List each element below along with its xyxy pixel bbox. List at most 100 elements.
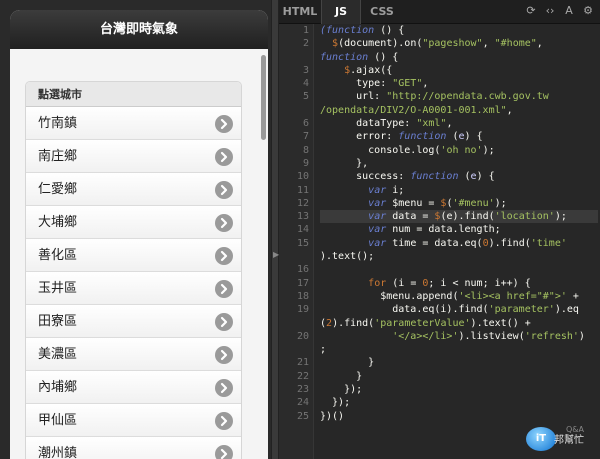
code-text: }	[320, 357, 375, 369]
code-line[interactable]: (2).find('parameterValue').text() +	[320, 317, 598, 330]
list-item[interactable]: 南庄鄉	[26, 140, 241, 173]
line-number: 7	[302, 131, 309, 143]
code-line[interactable]: 1 (function () {	[303, 24, 598, 37]
tab-html[interactable]: HTML	[279, 0, 321, 24]
list-item[interactable]: 內埔鄉	[26, 371, 241, 404]
code-icon[interactable]: ‹›	[544, 5, 556, 17]
list-item-label: 甲仙區	[38, 413, 78, 428]
code-line[interactable]: ;	[320, 343, 598, 356]
list-item-label: 內埔鄉	[38, 380, 78, 395]
text-size-icon[interactable]: A	[563, 5, 575, 17]
code-area[interactable]: 1 (function () {2 $(document).on("pagesho…	[297, 24, 598, 423]
code-text: var $menu = $('#menu');	[368, 197, 507, 209]
page-header: 台灣即時氣象	[10, 10, 268, 49]
line-number: 15	[296, 237, 309, 249]
code-line[interactable]: 23 });	[297, 383, 598, 396]
code-line[interactable]: 20 '</a></li>').listview('refresh')	[297, 330, 598, 343]
list-item-label: 南庄鄉	[38, 149, 78, 164]
list-item[interactable]: 美濃區	[26, 338, 241, 371]
code-text: dataType: "xml",	[320, 118, 453, 130]
line-number: 21	[296, 357, 309, 369]
list-item[interactable]: 竹南鎮	[26, 107, 241, 140]
code-text: error: function (e) {	[320, 131, 483, 143]
code-line[interactable]: function () {	[320, 51, 598, 64]
code-line[interactable]: 11 var i;	[297, 184, 598, 197]
code-line[interactable]: 17 for (i = 0; i < num; i++) {	[297, 277, 598, 290]
code-text: },	[320, 157, 369, 169]
code-line[interactable]: 10 success: function (e) {	[297, 170, 598, 183]
code-line[interactable]: 14 var num = data.length;	[297, 223, 598, 236]
chevron-right-icon	[215, 181, 233, 199]
code-line[interactable]: 13 var data = $(e).find('location');	[297, 210, 598, 224]
chevron-right-icon	[215, 280, 233, 298]
line-number: 13	[296, 211, 309, 223]
city-list: 竹南鎮南庄鄉仁愛鄉大埔鄉善化區 玉井區 田寮區 美濃區內埔鄉甲仙區潮州鎮	[26, 107, 241, 459]
line-number: 24	[296, 397, 309, 409]
code-line[interactable]: 2 $(document).on("pageshow", "#home",	[303, 37, 598, 50]
code-text: });	[320, 384, 363, 396]
list-item-label: 竹南鎮	[38, 116, 78, 131]
code-line[interactable]: 18 $menu.append('<li><a href="#">' +	[297, 290, 598, 303]
code-text: /opendata/DIV2/O-A0001-001.xml",	[320, 104, 513, 116]
refresh-icon[interactable]: ⟳	[525, 5, 537, 17]
code-line[interactable]: 15 var time = data.eq(0).find('time'	[297, 237, 598, 250]
list-item[interactable]: 大埔鄉	[26, 206, 241, 239]
list-item[interactable]: 田寮區	[26, 305, 241, 338]
code-line[interactable]: 21 }	[297, 356, 598, 369]
code-line[interactable]: 22 }	[297, 370, 598, 383]
code-text: })()	[320, 410, 345, 422]
code-line[interactable]: 19 data.eq(i).find('parameter').eq	[297, 303, 598, 316]
chevron-right-icon	[215, 313, 233, 331]
code-line[interactable]: ).text();	[320, 250, 598, 263]
code-line[interactable]: 5 url: "http://opendata.cwb.gov.tw	[303, 90, 598, 103]
line-number: 3	[302, 64, 309, 76]
code-text: url: "http://opendata.cwb.gov.tw	[320, 91, 549, 103]
line-number: 17	[296, 277, 309, 289]
code-text: (2).find('parameterValue').text() +	[320, 317, 531, 329]
code-line[interactable]: 12 var $menu = $('#menu');	[297, 197, 598, 210]
chevron-right-icon	[215, 379, 233, 397]
list-item[interactable]: 潮州鎮	[26, 437, 241, 459]
tab-css[interactable]: CSS	[361, 0, 403, 24]
code-line[interactable]: 9 },	[303, 157, 598, 170]
line-number: 20	[296, 330, 309, 342]
list-item-label: 潮州鎮	[38, 446, 78, 459]
list-item[interactable]: 玉井區	[26, 272, 241, 305]
code-line[interactable]: /opendata/DIV2/O-A0001-001.xml",	[320, 104, 598, 117]
chevron-right-icon	[215, 445, 233, 459]
preview-scrollbar[interactable]	[261, 55, 266, 140]
editor-app: 台灣即時氣象 點選城市 竹南鎮 南庄鄉 仁愛鄉 大埔鄉 善化區 玉井區 田寮區 美濃區 內埔鄉甲…	[0, 0, 600, 459]
code-text: var time = data.eq(0).find('time'	[368, 237, 567, 249]
code-line[interactable]: 25})()	[297, 410, 598, 423]
code-text: data.eq(i).find('parameter').eq	[320, 304, 579, 316]
chevron-right-icon	[215, 346, 233, 364]
list-item[interactable]: 仁愛鄉	[26, 173, 241, 206]
chevron-right-icon	[215, 214, 233, 232]
line-number: 6	[302, 118, 309, 130]
list-item-label: 大埔鄉	[38, 215, 78, 230]
logo-text: 邦幫忙	[554, 435, 584, 446]
line-number: 12	[296, 197, 309, 209]
line-number: 4	[302, 78, 309, 90]
pane-splitter[interactable]: ▶	[271, 0, 279, 459]
tab-js[interactable]: JS	[321, 0, 361, 24]
code-text: $.ajax({	[344, 64, 393, 76]
code-line[interactable]: 4 type: "GET",	[303, 77, 598, 90]
list-item[interactable]: 善化區	[26, 239, 241, 272]
gear-icon[interactable]: ⚙	[582, 5, 594, 17]
code-line[interactable]: 7 error: function (e) {	[303, 130, 598, 143]
list-item-label: 仁愛鄉	[38, 182, 78, 197]
splitter-grip-icon[interactable]: ▶	[273, 248, 279, 262]
list-item[interactable]: 甲仙區	[26, 404, 241, 437]
line-number: 5	[302, 91, 309, 103]
line-number: 22	[296, 370, 309, 382]
code-line[interactable]: 16	[297, 263, 598, 276]
code-line[interactable]: 6 dataType: "xml",	[303, 117, 598, 130]
code-line[interactable]: 8 console.log('oh no');	[303, 144, 598, 157]
code-text: $menu.append('<li><a href="#">' +	[320, 290, 579, 302]
code-line[interactable]: 24 });	[297, 396, 598, 409]
code-text: $(document).on("pageshow", "#home",	[332, 38, 543, 50]
code-text: success: function (e) {	[320, 171, 495, 183]
code-text: ).text();	[320, 251, 375, 263]
code-line[interactable]: 3 $.ajax({	[303, 64, 598, 77]
